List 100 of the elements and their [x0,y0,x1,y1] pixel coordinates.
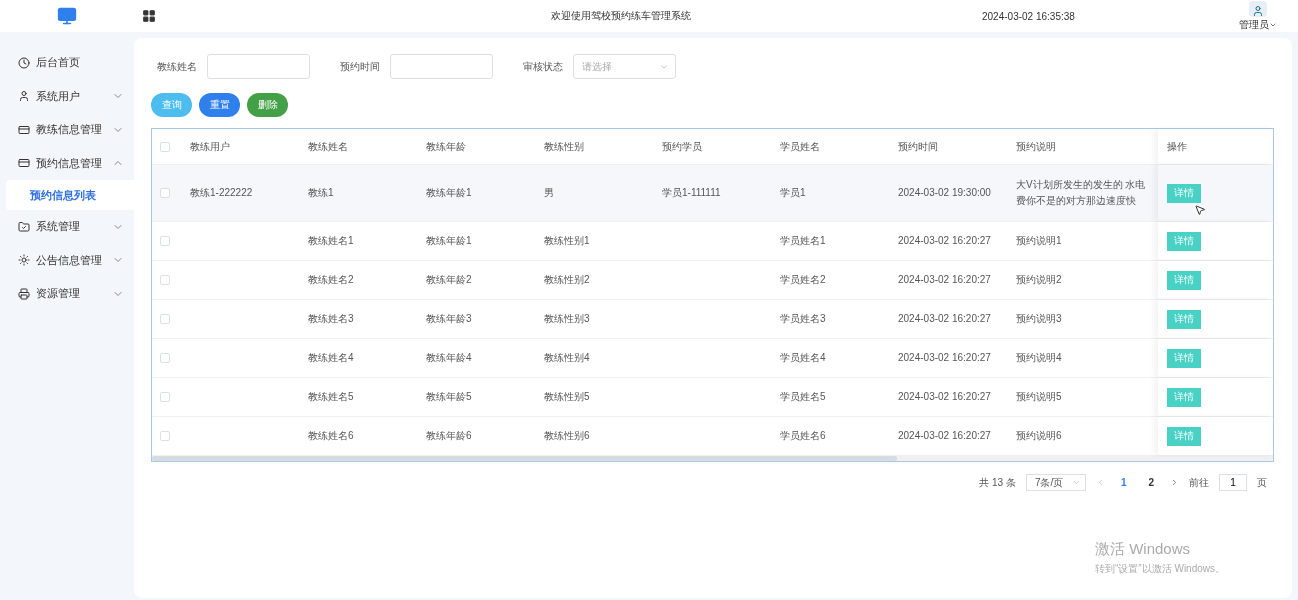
sidebar-item[interactable]: 公告信息管理 [0,243,134,277]
filter-input[interactable] [390,54,493,79]
table-cell: 学员姓名4 [780,352,826,363]
table-cell: 教练1 [308,187,334,198]
table-cell: 教练性别1 [544,235,590,246]
filter-label: 预约时间 [340,59,380,74]
card-icon [18,123,30,136]
sidebar-item[interactable]: 资源管理 [0,277,134,311]
table-cell: 教练年龄3 [426,313,472,324]
checkbox[interactable] [160,188,170,198]
table-cell: 学员1-111111 [662,187,721,198]
clock-icon [18,56,30,69]
action-button[interactable]: 重置 [199,93,240,117]
table-cell: 教练性别4 [544,352,590,363]
filter-input[interactable] [207,54,310,79]
table-cell: 教练姓名1 [308,235,354,246]
table-cell: 学员姓名2 [780,274,826,285]
table-cell: 教练姓名6 [308,430,354,441]
checkbox[interactable] [160,431,170,441]
goto-field[interactable]: 1 [1219,474,1247,491]
table-cell: 2024-03-02 16:20:27 [898,274,991,285]
table-cell: 2024-03-02 16:20:27 [898,313,991,324]
column-header: 预约说明 [1016,139,1057,154]
table-cell: 教练年龄4 [426,352,472,363]
scrollbar[interactable] [152,456,1273,461]
column-header: 教练姓名 [308,139,349,154]
filter-label: 审核状态 [523,59,563,74]
menu-icon[interactable] [142,9,156,23]
checkbox[interactable] [160,236,170,246]
table-cell: 2024-03-02 16:20:27 [898,430,991,441]
table-cell: 学员姓名6 [780,430,826,441]
table-cell: 男 [544,187,554,198]
total-count: 共 13 条 [979,475,1016,490]
column-header: 预约学员 [662,139,703,154]
sidebar-item[interactable]: 教练信息管理 [0,113,134,147]
checkbox[interactable] [160,392,170,402]
sidebar-item[interactable]: 系统管理 [0,210,134,244]
table-cell: 教练姓名5 [308,391,354,402]
page-suffix: 页 [1257,475,1267,490]
table-cell: 教练性别5 [544,391,590,402]
table-cell: 预约说明6 [1016,430,1062,441]
table-cell: 教练姓名3 [308,313,354,324]
next-page-icon[interactable] [1170,478,1179,487]
checkbox[interactable] [160,314,170,324]
table-cell: 教练年龄6 [426,430,472,441]
page-number[interactable]: 1 [1114,477,1133,488]
table-cell: 预约说明5 [1016,391,1062,402]
column-header: 学员姓名 [780,139,821,154]
page-number[interactable]: 2 [1142,477,1160,488]
checkbox[interactable] [160,353,170,363]
sidebar-item[interactable]: 系统用户 [0,79,134,113]
activation-title: 激活 Windows [1095,540,1192,559]
table-cell: 教练性别3 [544,313,590,324]
printer-icon [18,287,30,300]
caret-icon [1071,478,1081,487]
column-header: 教练用户 [190,139,231,154]
table-cell: 教练性别2 [544,274,590,285]
table-cell: 预约说明4 [1016,352,1062,363]
goto-label: 前往 [1189,475,1209,490]
folder-icon [18,220,30,233]
sidebar-item[interactable]: 后台首页 [0,46,134,80]
sidebar-subitem[interactable]: 预约信息列表 [6,180,134,210]
column-header: 预约时间 [898,139,939,154]
monitor-icon [57,6,77,26]
table-cell: 教练年龄2 [426,274,472,285]
filter-label: 教练姓名 [157,59,197,74]
table-cell: 教练年龄1 [426,235,472,246]
table-cell: 预约说明3 [1016,313,1062,324]
table-cell: 教练姓名2 [308,274,354,285]
card-icon [18,157,30,170]
system-title: 欢迎使用驾校预约练车管理系统 [550,9,692,23]
table-cell: 学员1 [780,187,806,198]
user-icon [18,90,30,103]
sun-icon [18,254,30,267]
page-size-select[interactable]: 7条/页 [1025,474,1086,491]
column-header: 教练年龄 [426,139,467,154]
table-cell: 大V计划所发生的发生的 水电费你不是的对方那边速度快 [1016,179,1146,206]
table-cell: 教练年龄1 [426,187,472,198]
table-cell: 教练姓名4 [308,352,354,363]
sidebar-item[interactable]: 预约信息管理 [0,146,134,180]
table-cell: 2024-03-02 16:20:27 [898,352,991,363]
status-select[interactable]: 请选择 [573,54,676,79]
table-cell: 教练1-222222 [190,187,253,198]
table-cell: 2024-03-02 16:20:27 [898,391,991,402]
avatar-icon [1249,0,1267,17]
cursor-icon [1194,204,1206,216]
user-menu[interactable]: 管理员 [1239,17,1269,32]
table-cell: 学员姓名3 [780,313,826,324]
table-cell: 2024-03-02 19:30:00 [898,187,991,198]
checkbox[interactable] [160,275,170,285]
column-header: 教练性别 [544,139,585,154]
table-cell: 教练性别6 [544,430,590,441]
table-cell: 学员姓名5 [780,391,826,402]
action-button[interactable]: 删除 [247,93,288,117]
table-cell: 预约说明1 [1016,235,1062,246]
table-cell: 预约说明2 [1016,274,1062,285]
table-cell: 学员姓名1 [780,235,826,246]
checkbox[interactable] [160,141,170,152]
table-cell: 教练年龄5 [426,391,472,402]
column-header: 操作 [1158,129,1273,164]
